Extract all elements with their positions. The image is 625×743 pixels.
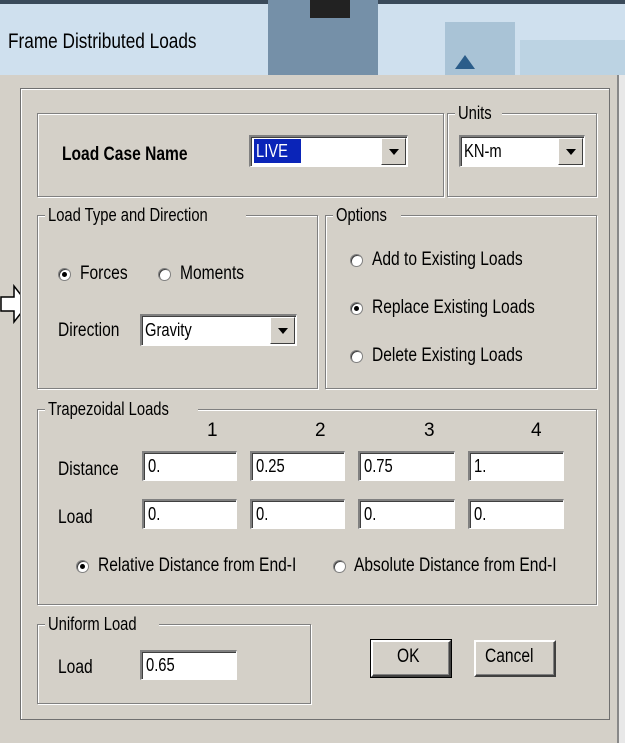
direction-label: Direction [58,320,120,341]
options-legend: Options [333,205,402,225]
units-group: Units KN-m [447,103,597,197]
delete-existing-label[interactable]: Delete Existing Loads [372,345,556,367]
uniform-load-input[interactable]: 0.65 [140,650,237,680]
chevron-down-icon[interactable] [270,317,295,344]
title-bar: Frame Distributed Loads [0,0,625,75]
uniform-load-label: Load [58,657,93,678]
distance-label: Distance [58,459,119,480]
load-type-group: Load Type and Direction Forces Moments D… [37,205,318,389]
background-window-detail [310,0,350,18]
load-input-3[interactable]: 0. [358,499,455,529]
options-group: Options Add to Existing Loads Replace Ex… [325,205,597,389]
uniform-load-group: Uniform Load Load 0.65 [37,614,311,704]
dialog-client-area: Load Case Name LIVE Units KN-m Load Type… [20,88,610,720]
load-row-label: Load [58,507,93,528]
trapezoidal-legend: Trapezoidal Loads [45,399,199,419]
forces-label[interactable]: Forces [80,263,138,285]
units-value: KN-m [464,141,502,161]
distance-input-3[interactable]: 0.75 [358,451,455,481]
background-icon [455,55,475,69]
load-input-2[interactable]: 0. [250,499,345,529]
replace-existing-radio[interactable] [350,302,363,315]
background-window-3 [520,40,625,75]
ok-button[interactable]: OK [370,639,452,678]
column-header-4: 4 [531,420,542,441]
direction-value: Gravity [145,320,192,340]
units-dropdown[interactable]: KN-m [459,135,585,167]
add-to-existing-radio[interactable] [350,254,363,267]
cancel-button[interactable]: Cancel [474,640,556,677]
units-legend: Units [455,103,503,123]
load-input-4[interactable]: 0. [468,499,564,529]
delete-existing-radio[interactable] [350,350,363,363]
distance-input-4[interactable]: 1. [468,451,564,481]
column-header-2: 2 [315,420,326,441]
load-case-group: Load Case Name LIVE [37,113,444,197]
distance-input-1[interactable]: 0. [142,451,237,481]
absolute-distance-label[interactable]: Absolute Distance from End-I [354,555,601,577]
moments-radio[interactable] [158,268,171,281]
load-case-value: LIVE [254,139,302,163]
trapezoidal-loads-group: Trapezoidal Loads 1 2 3 4 Distance 0. 0.… [37,399,597,605]
add-to-existing-label[interactable]: Add to Existing Loads [372,249,556,271]
relative-distance-label[interactable]: Relative Distance from End-I [98,555,340,577]
forces-radio[interactable] [58,268,71,281]
chevron-down-icon[interactable] [558,138,583,165]
column-header-1: 1 [207,420,218,441]
window-title: Frame Distributed Loads [8,30,197,53]
load-case-dropdown[interactable]: LIVE [249,135,408,167]
relative-distance-radio[interactable] [76,560,89,573]
chevron-down-icon[interactable] [381,138,406,165]
replace-existing-label[interactable]: Replace Existing Loads [372,297,571,319]
window-right-edge [619,75,625,743]
window-right-border [617,75,619,743]
load-type-legend: Load Type and Direction [45,205,246,225]
moments-label[interactable]: Moments [180,263,258,285]
load-case-label: Load Case Name [62,144,188,165]
distance-input-2[interactable]: 0.25 [250,451,345,481]
column-header-3: 3 [424,420,435,441]
uniform-load-legend: Uniform Load [45,614,160,634]
load-input-1[interactable]: 0. [142,499,237,529]
absolute-distance-radio[interactable] [333,560,346,573]
direction-dropdown[interactable]: Gravity [140,314,297,346]
